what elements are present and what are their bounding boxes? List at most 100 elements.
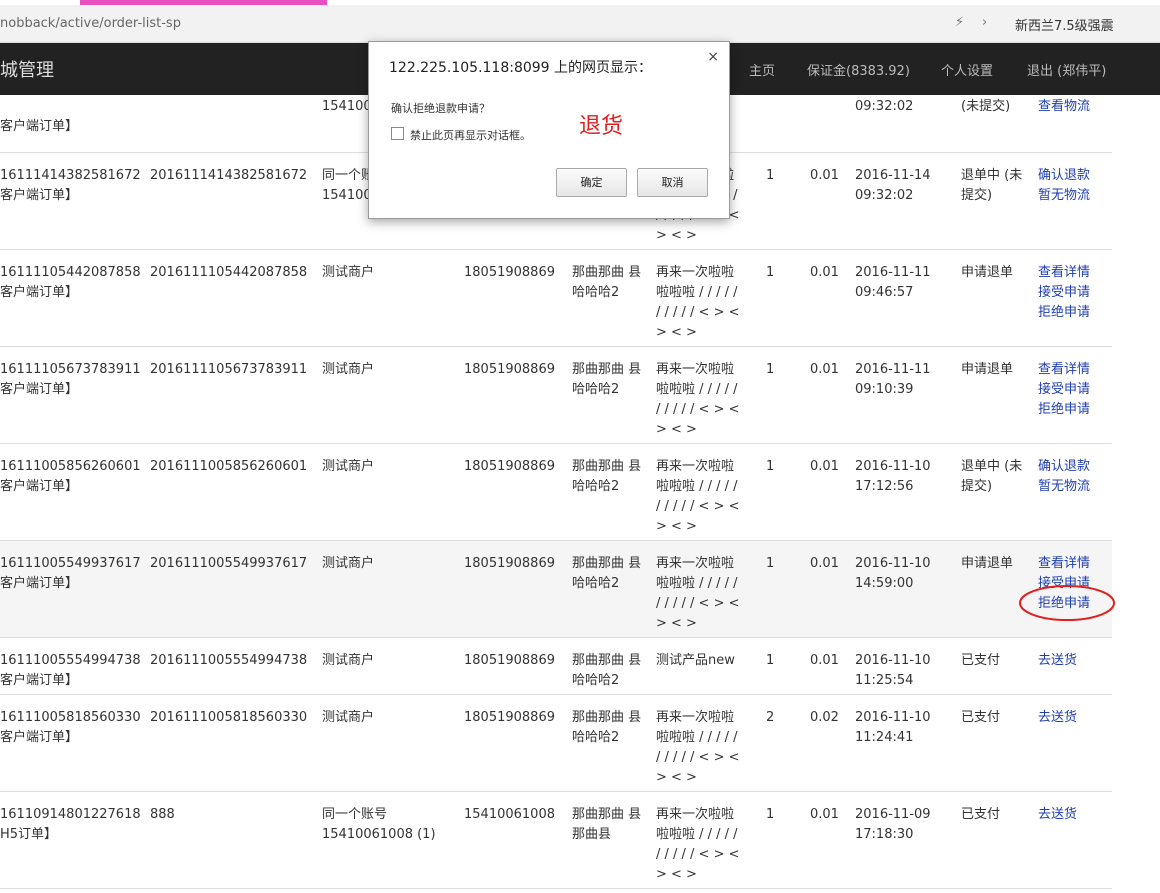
cell-suborder-id: 2016111105442087858: [150, 265, 308, 280]
action-link[interactable]: 拒绝申请: [1038, 303, 1108, 323]
nav-settings[interactable]: 个人设置: [941, 60, 993, 79]
table-row: 16111005549937617 2016111005549937617 测试商户…: [0, 541, 1112, 638]
cell-amount: 0.01: [810, 653, 839, 668]
cell-address: 那曲那曲 县哈哈哈2: [572, 556, 642, 591]
cell-qty: 1: [766, 459, 775, 474]
annotation-return-label: 退货: [579, 114, 624, 139]
cell-merchant: 测试商户: [322, 362, 375, 377]
cell-qty: 1: [766, 556, 775, 571]
cell-amount: 0.01: [810, 265, 839, 280]
cell-phone: 18051908869: [464, 556, 555, 571]
cell-product: 再来一次啦啦 啦啦啦 / / / / / / / / / / < > < > <…: [656, 807, 740, 882]
action-link[interactable]: 接受申请: [1038, 380, 1108, 400]
action-link[interactable]: 查看物流: [1038, 97, 1108, 117]
cell-amount: 0.01: [810, 556, 839, 571]
cell-source: 客户端订单】: [0, 188, 79, 203]
cell-order-id: 16111105673783911: [0, 362, 141, 377]
action-link[interactable]: 查看详情: [1038, 554, 1108, 574]
brand-title: 城管理: [0, 60, 54, 81]
cell-qty: 1: [766, 653, 775, 668]
cell-merchant: 测试商户: [322, 556, 375, 571]
cell-actions: 去送货: [1038, 708, 1108, 728]
action-link[interactable]: 确认退款: [1038, 166, 1108, 186]
cell-date: 2016-11-10 11:24:41: [855, 710, 931, 745]
cell-status: 已支付: [961, 807, 1001, 822]
cancel-button[interactable]: 取消: [637, 168, 708, 197]
cell-suborder-id: 2016111005554994738: [150, 653, 308, 668]
cell-amount: 0.01: [810, 168, 839, 183]
cell-source: H5订单】: [0, 827, 58, 842]
cell-status: (未提交): [961, 99, 1011, 114]
cell-actions: 去送货: [1038, 651, 1108, 671]
cell-amount: 0.01: [810, 362, 839, 377]
action-link[interactable]: 查看详情: [1038, 263, 1108, 283]
cell-product: 测试产品new: [656, 653, 735, 668]
cell-source: 客户端订单】: [0, 382, 79, 397]
action-link[interactable]: 去送货: [1038, 805, 1108, 825]
cell-order-id: 16111005856260601: [0, 459, 141, 474]
action-link[interactable]: 暂无物流: [1038, 186, 1108, 206]
cell-source: 客户端订单】: [0, 576, 79, 591]
cell-status: 申请退单: [961, 265, 1014, 280]
cell-date: 2016-11-11 09:46:57: [855, 265, 931, 300]
nav-home[interactable]: 主页: [749, 60, 775, 79]
cell-order-id: 16111005554994738: [0, 653, 141, 668]
cell-merchant: 测试商户: [322, 459, 375, 474]
news-link[interactable]: 新西兰7.5级强震: [1015, 15, 1114, 34]
cell-actions: 查看详情 接受申请 拒绝申请: [1038, 263, 1108, 323]
cell-qty: 1: [766, 168, 775, 183]
close-icon[interactable]: ×: [707, 49, 719, 65]
action-link[interactable]: 拒绝申请: [1038, 400, 1108, 420]
suppress-checkbox-label[interactable]: 禁止此页再显示对话框。: [410, 127, 531, 143]
cell-actions: 确认退款 暂无物流: [1038, 166, 1108, 206]
table-row: 16111005554994738 2016111005554994738 测试商户…: [0, 638, 1112, 695]
cell-status: 申请退单: [961, 556, 1014, 571]
screen: nobback/active/order-list-sp ⚡ › 新西兰7.5级…: [0, 0, 1160, 893]
cell-address: 那曲那曲 县哈哈哈2: [572, 653, 642, 688]
cell-product: 再来一次啦啦 啦啦啦 / / / / / / / / / / < > < > <…: [656, 362, 740, 437]
cell-order-id: 16111005818560330: [0, 710, 141, 725]
action-link[interactable]: 去送货: [1038, 708, 1108, 728]
cell-product: 再来一次啦啦 啦啦啦 / / / / / / / / / / < > < > <…: [656, 265, 740, 340]
action-link[interactable]: 暂无物流: [1038, 477, 1108, 497]
cell-actions: 去送货: [1038, 805, 1108, 825]
cell-suborder-id: 2016111005856260601: [150, 459, 308, 474]
action-link[interactable]: 拒绝申请: [1038, 594, 1108, 614]
nav-logout[interactable]: 退出 (郑伟平): [1027, 60, 1106, 79]
cell-date: 2016-11-10 11:25:54: [855, 653, 931, 688]
cell-source: 客户端订单】: [0, 673, 79, 688]
cell-date: 2016-11-11 09:10:39: [855, 362, 931, 397]
cell-order-id: 16110914801227618: [0, 807, 141, 822]
cell-suborder-id: 2016111005818560330: [150, 710, 308, 725]
action-link[interactable]: 查看详情: [1038, 360, 1108, 380]
action-link[interactable]: 去送货: [1038, 651, 1108, 671]
cell-source: 客户端订单】: [0, 479, 79, 494]
cell-product: 再来一次啦啦 啦啦啦 / / / / / / / / / / < > < > <…: [656, 556, 740, 631]
nav-deposit[interactable]: 保证金(8383.92): [807, 60, 910, 79]
cell-status: 已支付: [961, 710, 1001, 725]
cell-qty: 1: [766, 265, 775, 280]
table-row: 16111105442087858 2016111105442087858 测试商户…: [0, 250, 1112, 347]
cell-address: 那曲那曲 县哈哈哈2: [572, 265, 642, 300]
bolt-icon[interactable]: ⚡: [955, 15, 964, 30]
cell-address: 那曲那曲 县哈哈哈2: [572, 459, 642, 494]
cell-status: 申请退单: [961, 362, 1014, 377]
action-link[interactable]: 接受申请: [1038, 283, 1108, 303]
cell-qty: 1: [766, 362, 775, 377]
chevron-right-icon[interactable]: ›: [982, 15, 987, 30]
cell-product: 再来一次啦啦 啦啦啦 / / / / / / / / / / < > < > <…: [656, 459, 740, 534]
action-link[interactable]: 接受申请: [1038, 574, 1108, 594]
cell-product: 再来一次啦啦 啦啦啦 / / / / / / / / / / < > < > <…: [656, 710, 740, 785]
cell-merchant: 同一个账号 15410061008 (1): [322, 807, 436, 842]
url-text[interactable]: nobback/active/order-list-sp: [0, 16, 181, 31]
cell-suborder-id: 888: [150, 807, 175, 822]
action-link[interactable]: 确认退款: [1038, 457, 1108, 477]
address-bar[interactable]: nobback/active/order-list-sp ⚡ › 新西兰7.5级…: [0, 5, 1160, 43]
cell-status: 已支付: [961, 653, 1001, 668]
cell-amount: 0.02: [810, 710, 839, 725]
cell-address: 那曲那曲 县哈哈哈2: [572, 710, 642, 745]
cell-phone: 15410061008: [464, 807, 555, 822]
suppress-checkbox[interactable]: [391, 127, 404, 140]
cell-merchant: 测试商户: [322, 710, 375, 725]
ok-button[interactable]: 确定: [556, 168, 627, 197]
